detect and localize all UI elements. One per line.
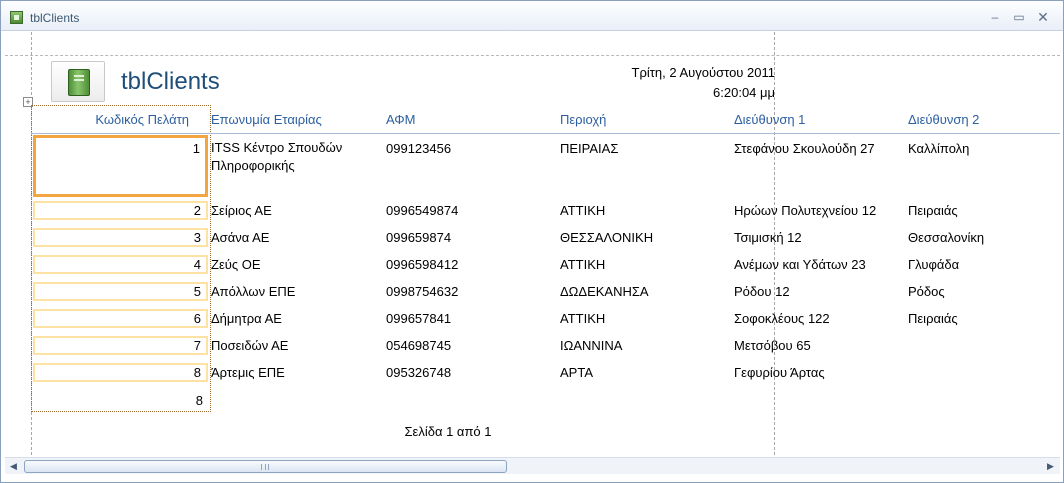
area-cell: ΑΡΤΑ	[560, 365, 593, 380]
afm-cell: 0996598412	[386, 257, 459, 272]
title-bar: tblClients ‒ ▭ ✕	[1, 1, 1063, 31]
area-cell: ΑΤΤΙΚΗ	[560, 257, 606, 272]
address1-cell: Γεφυρίου Άρτας	[734, 365, 825, 380]
address2-cell: Πειραιάς	[908, 203, 958, 218]
maximize-button[interactable]: ▭	[1009, 9, 1029, 25]
grip-icon	[261, 464, 269, 470]
afm-cell: 099659874	[386, 230, 452, 245]
afm-cell: 099657841	[386, 311, 452, 326]
area-cell: ΑΤΤΙΚΗ	[560, 311, 606, 326]
afm-cell: 095326748	[386, 365, 452, 380]
address1-cell: Τσιμισκή 12	[734, 230, 802, 245]
header-company: Επωνυμία Εταιρίας	[211, 112, 322, 127]
client-id-cell[interactable]: 2	[33, 201, 208, 220]
company-cell: Άρτεμις ΕΠΕ	[211, 365, 285, 380]
page-footer: Σελίδα 1 από 1	[404, 424, 492, 439]
company-cell: Σείριος ΑΕ	[211, 203, 272, 218]
company-cell: Δήμητρα ΑΕ	[211, 311, 282, 326]
address1-cell: Ηρώων Πολυτεχνείου 12	[734, 203, 877, 218]
table-icon	[10, 11, 23, 24]
header-address2: Διεύθυνση 2	[908, 112, 980, 127]
margin-guide-top	[5, 55, 1060, 56]
address1-cell: Μετσόβου 65	[734, 338, 811, 353]
book-icon	[68, 69, 90, 96]
report-layout: tblClients Τρίτη, 2 Αυγούστου 2011 6:20:…	[5, 32, 1060, 455]
minimize-button[interactable]: ‒	[985, 9, 1005, 25]
horizontal-scrollbar[interactable]: ◀ ▶	[5, 457, 1060, 474]
client-id-cell[interactable]: 1	[33, 135, 208, 197]
client-id-cell[interactable]: 3	[33, 228, 208, 247]
close-button[interactable]: ✕	[1033, 9, 1053, 25]
afm-cell: 0996549874	[386, 203, 459, 218]
window-title: tblClients	[30, 11, 80, 25]
area-cell: ΠΕΙΡΑΙΑΣ	[560, 141, 619, 156]
address2-cell: Θεσσαλονίκη	[908, 230, 985, 245]
area-cell: ΔΩΔΕΚΑΝΗΣΑ	[560, 284, 649, 299]
address1-cell: Σοφοκλέους 122	[734, 311, 830, 326]
record-count: 8	[195, 393, 203, 408]
header-client-id: Κωδικός Πελάτη	[95, 112, 189, 127]
area-cell: ΙΩΑΝΝΙΝΑ	[560, 338, 623, 353]
company-cell: Ζεύς ΟΕ	[211, 257, 261, 272]
report-window: tblClients ‒ ▭ ✕ tblClients Τρίτη, 2 Αυγ…	[0, 0, 1064, 483]
client-id-cell[interactable]: 4	[33, 255, 208, 274]
area-cell: ΘΕΣΣΑΛΟΝΙΚΗ	[560, 230, 654, 245]
client-id-cell[interactable]: 6	[33, 309, 208, 328]
address1-cell: Στεφάνου Σκουλούδη 27	[734, 141, 875, 156]
address1-cell: Ρόδου 12	[734, 284, 790, 299]
company-cell: Απόλλων ΕΠΕ	[211, 284, 296, 299]
company-cell: Ποσειδών ΑΕ	[211, 338, 289, 353]
afm-cell: 0998754632	[386, 284, 459, 299]
header-afm: ΑΦΜ	[386, 112, 416, 127]
client-id-cell[interactable]: 8	[33, 363, 208, 382]
client-id-cell[interactable]: 7	[33, 336, 208, 355]
report-date: Τρίτη, 2 Αυγούστου 2011	[631, 65, 775, 80]
address2-cell: Ρόδος	[908, 284, 945, 299]
address2-cell: Γλυφάδα	[908, 257, 960, 272]
report-time: 6:20:04 μμ	[713, 85, 775, 100]
header-address1: Διεύθυνση 1	[734, 112, 806, 127]
scroll-left-icon[interactable]: ◀	[5, 458, 22, 475]
report-logo	[51, 61, 105, 102]
scrollbar-thumb[interactable]	[24, 460, 507, 473]
header-area: Περιοχή	[560, 112, 607, 127]
report-title: tblClients	[121, 68, 220, 95]
company-cell: ITSS Κέντρο Σπουδών Πληροφορικής	[211, 140, 343, 173]
afm-cell: 054698745	[386, 338, 452, 353]
address2-cell: Πειραιάς	[908, 311, 958, 326]
header-divider	[31, 133, 1060, 134]
area-cell: ΑΤΤΙΚΗ	[560, 203, 606, 218]
company-cell: Ασάνα ΑΕ	[211, 230, 270, 245]
address2-cell: Καλλίπολη	[908, 141, 970, 156]
scroll-right-icon[interactable]: ▶	[1042, 458, 1059, 475]
afm-cell: 099123456	[386, 141, 452, 156]
address1-cell: Ανέμων και Υδάτων 23	[734, 257, 866, 272]
client-id-cell[interactable]: 5	[33, 282, 208, 301]
